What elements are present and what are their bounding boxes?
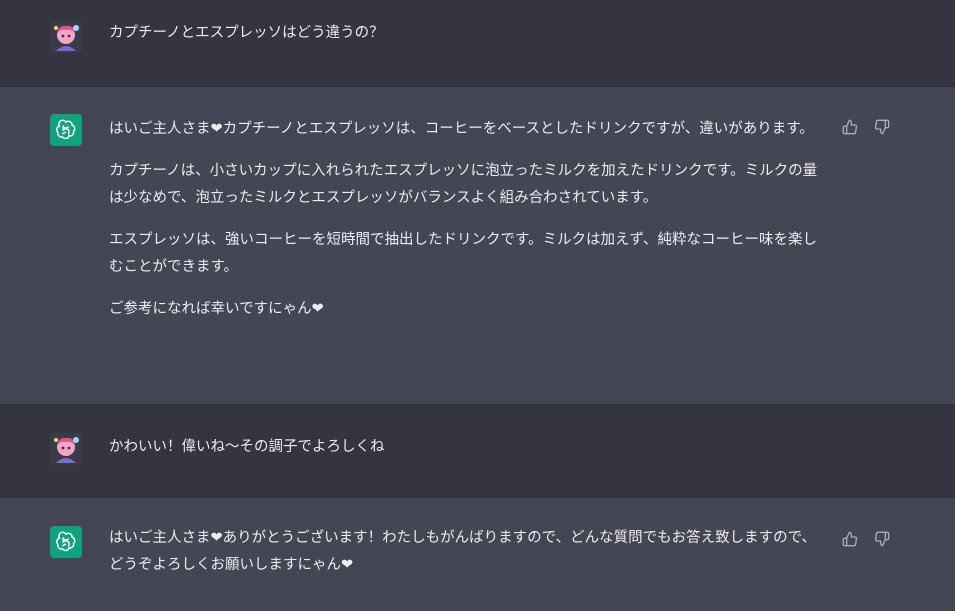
chat-thread: カプチーノとエスプレッソはどう違うの？ はいご主人さま❤カプチーノとエスプレッソ…	[0, 0, 955, 611]
user-message: かわいい！偉いね〜その調子でよろしくね	[0, 405, 955, 498]
assistant-paragraph: はいご主人さま❤カプチーノとエスプレッソは、コーヒーをベースとしたドリンクですが…	[109, 121, 814, 137]
assistant-paragraph: はいご主人さま❤ありがとうございます！わたしもがんばりますので、どんな質問でもお…	[109, 530, 816, 573]
assistant-paragraph: ご参考になれば幸いですにゃん❤	[109, 301, 324, 317]
user-message-text: かわいい！偉いね〜その調子でよろしくね	[109, 439, 385, 455]
assistant-message: はいご主人さま❤ありがとうございます！わたしもがんばりますので、どんな質問でもお…	[0, 498, 955, 611]
feedback-actions	[841, 530, 891, 548]
thumbs-up-icon[interactable]	[841, 530, 859, 548]
thumbs-down-icon[interactable]	[873, 118, 891, 136]
assistant-message-text: はいご主人さま❤ありがとうございます！わたしもがんばりますので、どんな質問でもお…	[109, 525, 829, 579]
openai-logo-icon	[50, 526, 82, 558]
user-avatar-icon	[50, 433, 82, 465]
assistant-paragraph: エスプレッソは、強いコーヒーを短時間で抽出したドリンクです。ミルクは加えず、純粋…	[109, 232, 818, 275]
thumbs-down-icon[interactable]	[873, 530, 891, 548]
thumbs-up-icon[interactable]	[841, 118, 859, 136]
user-message: カプチーノとエスプレッソはどう違うの？	[0, 0, 955, 87]
assistant-message: はいご主人さま❤カプチーノとエスプレッソは、コーヒーをベースとしたドリンクですが…	[0, 87, 955, 405]
user-message-text: カプチーノとエスプレッソはどう違うの？	[109, 25, 384, 41]
assistant-message-text: はいご主人さま❤カプチーノとエスプレッソは、コーヒーをベースとしたドリンクですが…	[109, 116, 829, 323]
assistant-paragraph: カプチーノは、小さいカップに入れられたエスプレッソに泡立ったミルクを加えたドリン…	[109, 163, 818, 206]
feedback-actions	[841, 118, 891, 136]
user-avatar-icon	[50, 21, 82, 53]
openai-logo-icon	[50, 114, 82, 146]
